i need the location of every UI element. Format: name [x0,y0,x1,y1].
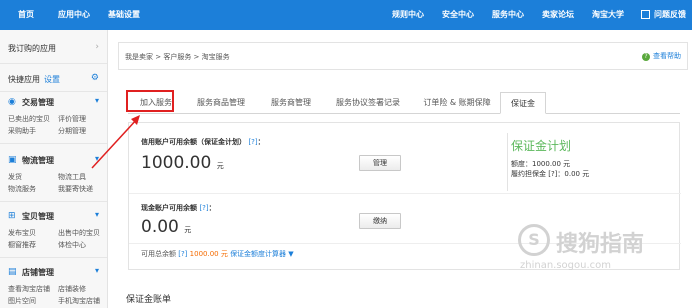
tab-deposit[interactable]: 保证金 [500,92,546,114]
nav-taobao-university[interactable]: 淘宝大学 [592,0,624,30]
tab-service-products[interactable]: 服务商品管理 [190,92,252,114]
sidebar-link[interactable]: 体检中心 [58,240,86,250]
sidebar-link[interactable]: 图片空间 [8,296,36,306]
breadcrumb-bar: 我是卖家 > 客户服务 > 淘宝服务 ? 查看帮助 [118,42,688,70]
credit-balance-amount: 1000.00 元 [141,153,224,173]
main-content: 我是卖家 > 客户服务 > 淘宝服务 ? 查看帮助 加入服务 服务商品管理 服务商… [108,30,692,308]
credit-quota: 额度：1000.00 元 [511,160,571,168]
tab-service-providers[interactable]: 服务商管理 [264,92,318,114]
sidebar-link[interactable]: 发货 [8,172,22,182]
sidebar-my-apps-label: 我订购的应用 [8,44,56,53]
sidebar-link[interactable]: 我要寄快递 [58,184,93,194]
sidebar-group-trade: ◉ 交易管理 ▾ 已卖出的宝贝 评价管理 采购助手 分期管理 [0,92,107,144]
sidebar-link[interactable]: 查看淘宝店铺 [8,284,50,294]
lock-icon: ⊞ [8,211,16,221]
sidebar-quick-apps: 快捷应用 设置 ⚙ [0,64,107,92]
tab-order-insurance[interactable]: 订单险 & 账期保障 [416,92,498,114]
nav-service-center[interactable]: 服务中心 [492,0,524,30]
chevron-down-icon[interactable]: ▾ [95,210,99,219]
sidebar-link[interactable]: 发布宝贝 [8,228,36,238]
nav-rules-center[interactable]: 规则中心 [392,0,424,30]
sidebar-group-shop: ▤ 店铺管理 ▾ 查看淘宝店铺 店铺装修 图片空间 手机淘宝店铺 [0,262,107,308]
group-title[interactable]: 店铺管理 [22,267,54,278]
help-link[interactable]: ? 查看帮助 [642,51,681,61]
group-title[interactable]: 物流管理 [22,155,54,166]
tab-bar: 加入服务 服务商品管理 服务商管理 服务协议签署记录 订单险 & 账期保障 保证… [128,92,680,114]
chevron-right-icon: › [95,42,99,52]
cash-help-link[interactable]: [?] [199,204,208,212]
tab-agreement-records[interactable]: 服务协议签署记录 [328,92,408,114]
sidebar-quick-apps-label: 快捷应用 [8,75,40,84]
nav-seller-forum[interactable]: 卖家论坛 [542,0,574,30]
group-title[interactable]: 宝贝管理 [22,211,54,222]
sidebar-group-items: ⊞ 宝贝管理 ▾ 发布宝贝 出售中的宝贝 橱窗推荐 体检中心 [0,206,107,258]
gear-icon[interactable]: ⚙ [91,73,99,83]
sidebar-link[interactable]: 物流服务 [8,184,36,194]
performance-guarantee: 履约担保金 [?]：0.00 元 [511,170,590,178]
cash-balance-label: 现金账户可用余额 [?]： [141,204,216,212]
credit-help-link[interactable]: [?] [248,138,257,146]
chevron-down-icon[interactable]: ▾ [95,154,99,163]
feedback-icon [641,10,650,19]
quota-calculator-link[interactable]: 保证金额度计算器 ▼ [230,250,294,258]
credit-balance-label: 信用账户可用余额（保证金计划） [?]： [141,138,265,146]
cash-balance-amount: 0.00 元 [141,217,192,237]
sidebar-link[interactable]: 分期管理 [58,126,86,136]
sidebar-link[interactable]: 手机淘宝店铺 [58,296,100,306]
sidebar-link[interactable]: 出售中的宝贝 [58,228,100,238]
highlight-box [126,90,174,112]
sidebar: 我订购的应用 › 快捷应用 设置 ⚙ ◉ 交易管理 ▾ 已卖出的宝贝 评价管理 … [0,30,108,308]
sidebar-link[interactable]: 评价管理 [58,114,86,124]
deposit-panel: 信用账户可用余额（保证金计划） [?]： 1000.00 元 管理 保证金计划 … [128,122,681,270]
quick-apps-settings-link[interactable]: 设置 [44,74,60,85]
pay-button[interactable]: 缴纳 [359,213,401,229]
help-label: 查看帮助 [653,52,681,60]
available-help-link[interactable]: [?] [178,250,187,258]
question-icon: ? [642,53,650,61]
sidebar-link[interactable]: 物流工具 [58,172,86,182]
sidebar-link[interactable]: 已卖出的宝贝 [8,114,50,124]
sidebar-link[interactable]: 店铺装修 [58,284,86,294]
manage-button[interactable]: 管理 [359,155,401,171]
nav-security-center[interactable]: 安全中心 [442,0,474,30]
nav-feedback[interactable]: 问题反馈 [654,0,686,30]
trade-icon: ◉ [8,97,16,107]
nav-home[interactable]: 首页 [18,0,34,30]
breadcrumb: 我是卖家 > 客户服务 > 淘宝服务 [125,53,230,61]
sidebar-group-logistics: ▣ 物流管理 ▾ 发货 物流工具 物流服务 我要寄快递 [0,150,107,202]
total-available: 可用总余额 [?] 1000.00 元 保证金额度计算器 ▼ [141,250,294,258]
sidebar-link[interactable]: 采购助手 [8,126,36,136]
sidebar-my-apps[interactable]: 我订购的应用 › [0,30,107,64]
deposit-plan-brand: 保证金计划 [511,139,572,153]
nav-app-center[interactable]: 应用中心 [58,0,90,30]
truck-icon: ▣ [8,155,17,165]
shop-icon: ▤ [8,267,17,277]
chevron-down-icon[interactable]: ▾ [95,266,99,275]
chevron-down-icon[interactable]: ▾ [95,96,99,105]
group-title[interactable]: 交易管理 [22,97,54,108]
divider [507,133,508,191]
deposit-ledger-title: 保证金账单 [126,295,172,305]
divider [129,193,681,194]
top-nav: 首页 应用中心 基础设置 规则中心 安全中心 服务中心 卖家论坛 淘宝大学 问题… [0,0,692,30]
divider [129,243,681,244]
sidebar-link[interactable]: 橱窗推荐 [8,240,36,250]
nav-basic-settings[interactable]: 基础设置 [108,0,140,30]
